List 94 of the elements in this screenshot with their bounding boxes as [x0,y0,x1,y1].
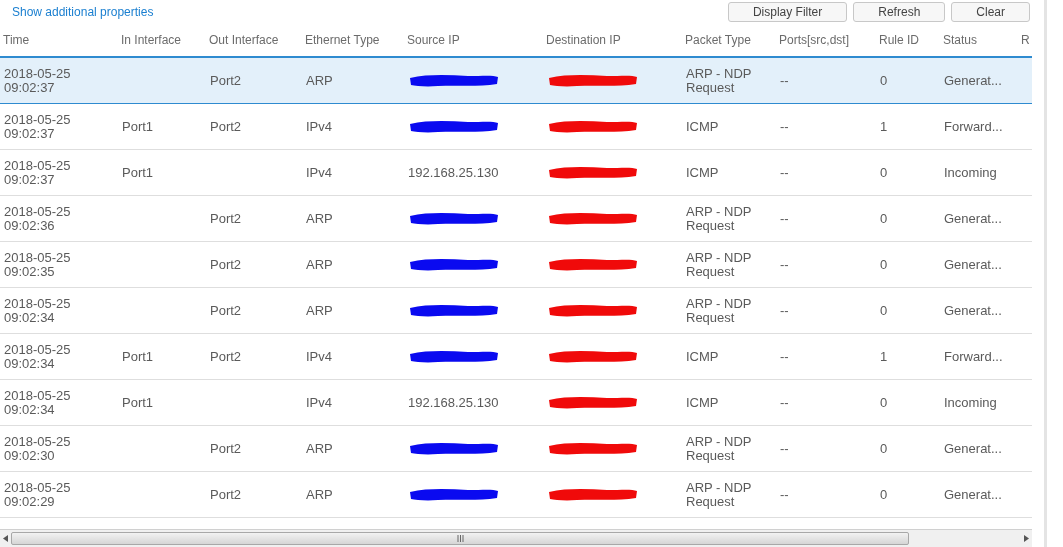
table-cell-text: IPv4 [306,395,333,410]
table-cell-text: ARP - NDP Request [686,204,753,233]
column-header[interactable]: Ethernet Type [305,33,380,48]
column-header[interactable]: R [1021,33,1030,48]
table-cell-text: Incoming [944,165,998,180]
table-cell-text: ICMP [686,349,720,364]
table-cell-text: 0 [880,441,889,456]
table-cell-text: Generat... [944,257,1003,272]
table-cell-text: 2018-05-25 09:02:37 [4,112,72,141]
table-cell-text: 0 [880,395,889,410]
table-cell-text: 1 [880,349,889,364]
table-cell-text: 2018-05-25 09:02:30 [4,434,72,463]
table-cell-text: 2018-05-25 09:02:36 [4,204,72,233]
table-cell-text: Port2 [210,119,243,134]
table-cell-text: 0 [880,487,889,502]
table-cell-text: Port2 [210,211,243,226]
table-cell-text: Forward... [944,349,1004,364]
table-cell-text: 0 [880,257,889,272]
table-cell-text: -- [780,257,790,272]
table-cell-text: Port2 [210,303,243,318]
table-cell-text: Generat... [944,487,1003,502]
table-cell-text: -- [780,119,790,134]
table-cell-text: ARP [306,441,334,456]
table-cell-text: -- [780,441,790,456]
toolbar-button[interactable]: Display Filter [727,2,848,22]
horizontal-scrollbar-thumb[interactable] [11,532,909,545]
table-cell-text: 2018-05-25 09:02:34 [4,296,72,325]
table-cell-text: 2018-05-25 09:02:37 [4,158,72,187]
table-cell-text: ARP [306,303,334,318]
table-cell-text: 0 [880,303,889,318]
table-cell-text: ARP [306,211,334,226]
table-cell-text: ARP [306,257,334,272]
table-cell-text: Port2 [210,441,243,456]
table-cell-text: Port1 [122,395,155,410]
table-cell-text: Port2 [210,73,243,88]
table-cell-text: ARP - NDP Request [686,250,753,279]
column-header[interactable]: Source IP [407,33,460,48]
table-cell-text: Port2 [210,487,243,502]
table-cell-text: -- [780,303,790,318]
properties-link[interactable]: Show additional properties [12,3,154,21]
table-cell-text: ARP [306,73,334,88]
scroll-right-icon[interactable] [1024,535,1029,542]
table-cell-text: ARP - NDP Request [686,480,753,509]
grip-icon [456,535,464,542]
table-cell-text: Port1 [122,165,155,180]
scroll-left-icon[interactable] [3,535,8,542]
table-cell-text: -- [780,349,790,364]
table-cell-text: 2018-05-25 09:02:34 [4,388,72,417]
table-cell-text: IPv4 [306,119,333,134]
table-cell-text: 0 [880,165,889,180]
toolbar-button[interactable]: Refresh [853,2,946,22]
table-cell-text: Generat... [944,303,1003,318]
table-cell-text: 2018-05-25 09:02:34 [4,342,72,371]
table-cell-text: Incoming [944,395,998,410]
column-header[interactable]: Rule ID [879,33,919,48]
table-cell-text: -- [780,73,790,88]
table-cell-text: IPv4 [306,165,333,180]
table-cell-text: 192.168.25.130 [408,165,500,180]
table-cell-text: ICMP [686,395,720,410]
table-cell-text: ICMP [686,119,720,134]
column-header[interactable]: Packet Type [685,33,751,48]
table-cell-text: 2018-05-25 09:02:35 [4,250,72,279]
toolbar-button[interactable]: Clear [951,2,1030,22]
table-cell-text: 0 [880,73,889,88]
table-cell-text: ARP - NDP Request [686,434,753,463]
column-header[interactable]: Time [3,33,30,48]
column-header[interactable]: Status [943,33,978,48]
table-cell-text: Generat... [944,441,1003,456]
column-header[interactable]: Ports[src,dst] [779,33,849,48]
table-cell-text: Generat... [944,211,1003,226]
table-cell-text: 1 [880,119,889,134]
column-header[interactable]: Out Interface [209,33,279,48]
column-header[interactable]: In Interface [121,33,182,48]
table-cell-text: Port1 [122,119,155,134]
table-cell-text: IPv4 [306,349,333,364]
table-cell-text: 192.168.25.130 [408,395,500,410]
column-header[interactable]: Destination IP [546,33,621,48]
table-cell-text: -- [780,165,790,180]
table-cell-text: Port1 [122,349,155,364]
table-cell-text: Forward... [944,119,1004,134]
table-cell-text: ARP - NDP Request [686,296,753,325]
table-cell-text: 0 [880,211,889,226]
table-cell-text: 2018-05-25 09:02:37 [4,66,72,95]
table-cell-text: 2018-05-25 09:02:29 [4,480,72,509]
table-cell-text: ICMP [686,165,720,180]
table-cell-text: ARP - NDP Request [686,66,753,95]
table-row[interactable]: 2018-05-25 09:02:37 Port2 ARP ARP - NDP Request -- 0 Generat... [0,58,1032,104]
table-cell-text: Port2 [210,257,243,272]
table-cell-text: -- [780,487,790,502]
table-cell-text: -- [780,211,790,226]
table-cell-text: Generat... [944,73,1003,88]
table-cell-text: -- [780,395,790,410]
table-cell-text: ARP [306,487,334,502]
table-cell-text: Port2 [210,349,243,364]
